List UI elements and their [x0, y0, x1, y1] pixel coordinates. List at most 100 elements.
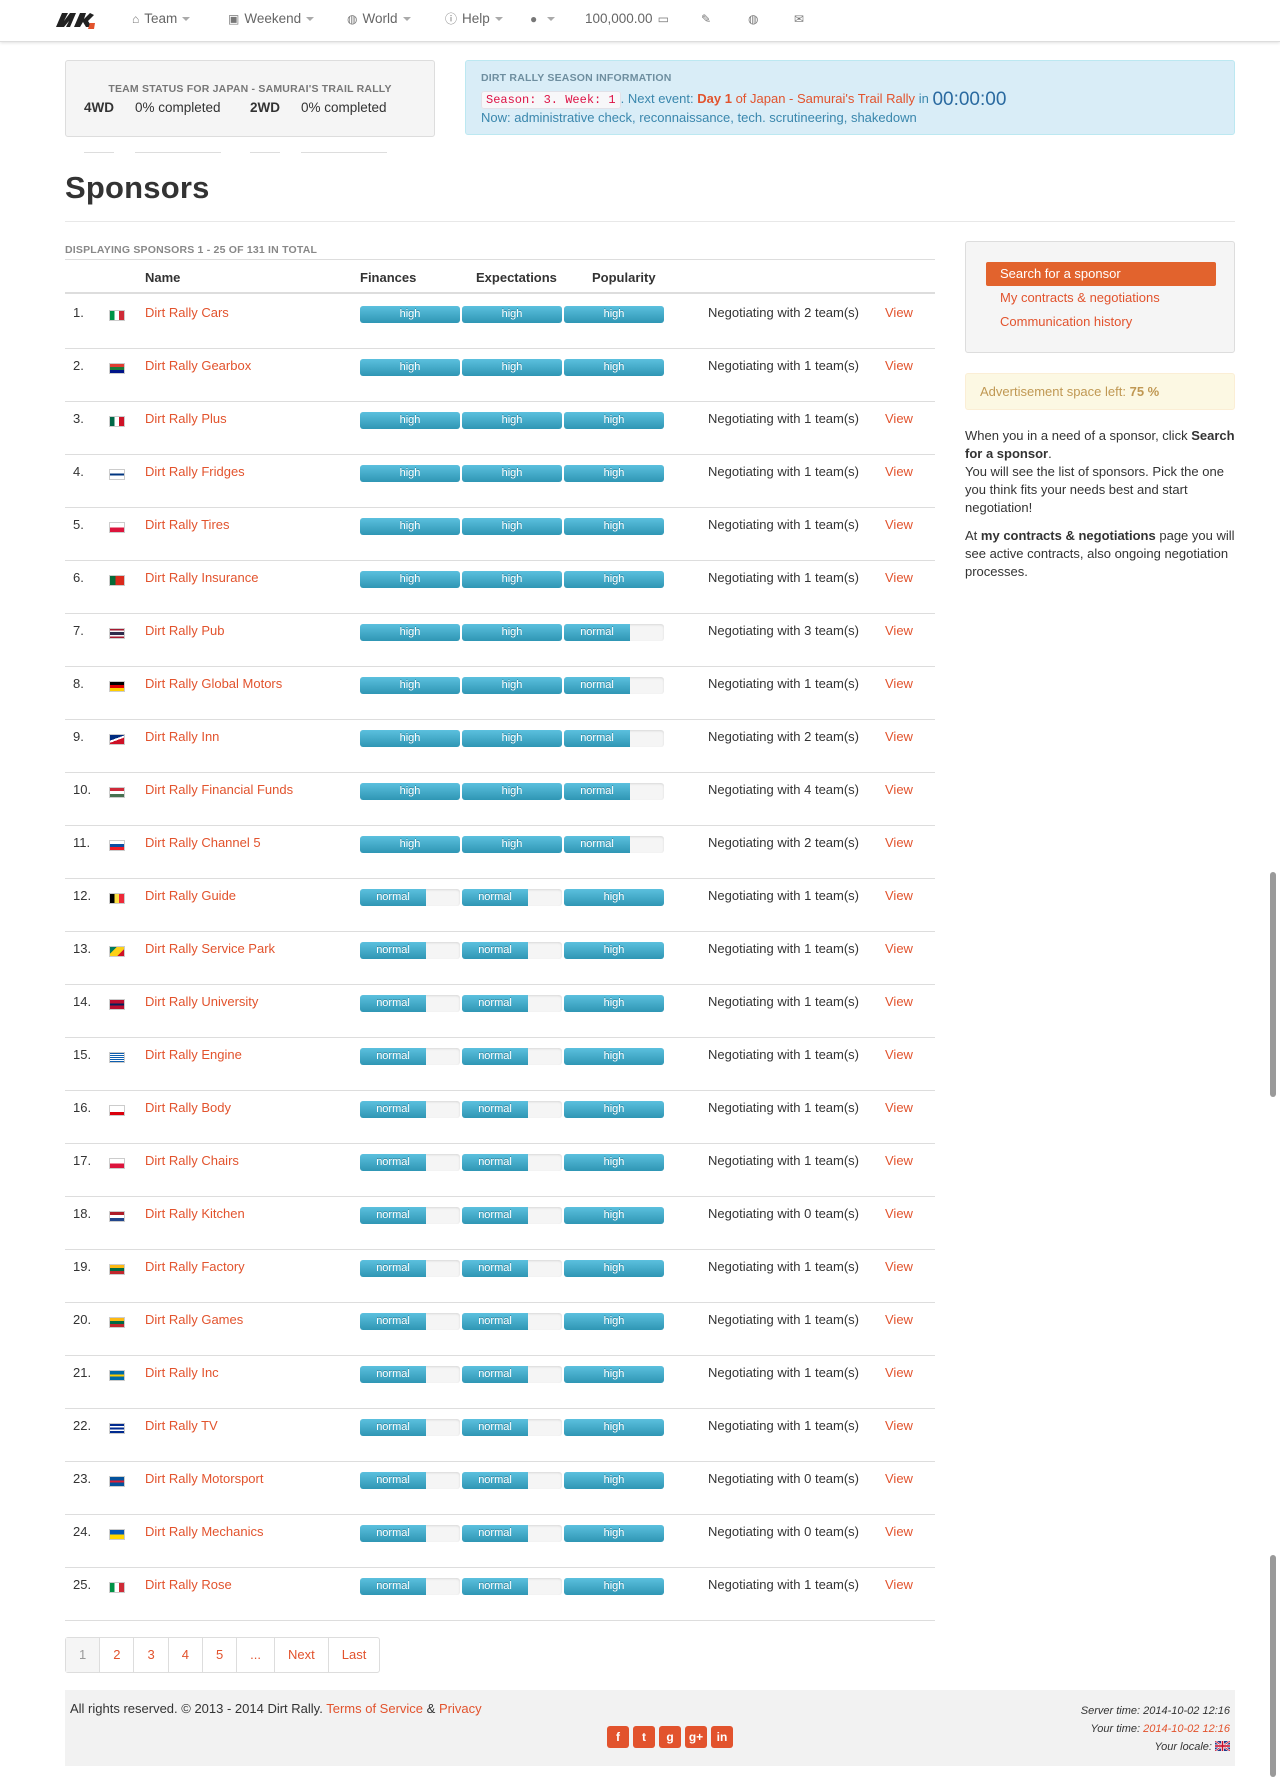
sponsor-name-link[interactable]: Dirt Rally Factory: [145, 1259, 245, 1274]
google-plus-icon[interactable]: g+: [685, 1726, 707, 1748]
popularity-bar: high: [564, 889, 664, 906]
view-link[interactable]: View: [885, 517, 913, 532]
sponsor-name-link[interactable]: Dirt Rally Motorsport: [145, 1471, 263, 1486]
page-link-3[interactable]: 3: [134, 1638, 169, 1672]
view-link[interactable]: View: [885, 1047, 913, 1062]
view-link[interactable]: View: [885, 1153, 913, 1168]
nav-item-weekend[interactable]: ▣ Weekend: [228, 0, 315, 40]
view-link[interactable]: View: [885, 1206, 913, 1221]
view-link[interactable]: View: [885, 1577, 913, 1592]
view-link[interactable]: View: [885, 623, 913, 638]
privacy-link[interactable]: Privacy: [439, 1701, 482, 1716]
sponsor-name-link[interactable]: Dirt Rally Chairs: [145, 1153, 239, 1168]
page-link-1[interactable]: 1: [66, 1638, 101, 1672]
level-label: normal: [462, 1154, 528, 1171]
finances-bar: normal: [360, 1101, 460, 1118]
nav-item-globe[interactable]: ◍: [748, 0, 763, 40]
sponsor-name-link[interactable]: Dirt Rally Kitchen: [145, 1206, 245, 1221]
view-link[interactable]: View: [885, 1365, 913, 1380]
sponsor-name-link[interactable]: Dirt Rally Gearbox: [145, 358, 251, 373]
nav-item-envelope[interactable]: ✉: [794, 0, 809, 40]
uk-flag-icon[interactable]: [1214, 1740, 1231, 1752]
sponsor-name-link[interactable]: Dirt Rally Insurance: [145, 570, 258, 585]
page-link-2[interactable]: 2: [100, 1638, 135, 1672]
terms-link[interactable]: Terms of Service: [326, 1701, 423, 1716]
view-link[interactable]: View: [885, 1100, 913, 1115]
view-link[interactable]: View: [885, 1312, 913, 1327]
expectations-bar: normal: [462, 1578, 562, 1595]
level-label: normal: [360, 1207, 426, 1224]
sponsor-name-link[interactable]: Dirt Rally Tires: [145, 517, 230, 532]
finances-bar: normal: [360, 889, 460, 906]
dirt-rally-logo[interactable]: [54, 9, 96, 31]
view-link[interactable]: View: [885, 1418, 913, 1433]
sponsor-name-link[interactable]: Dirt Rally Mechanics: [145, 1524, 263, 1539]
sponsor-name-link[interactable]: Dirt Rally Games: [145, 1312, 243, 1327]
level-label: normal: [462, 1525, 528, 1542]
view-link[interactable]: View: [885, 729, 913, 744]
view-link[interactable]: View: [885, 888, 913, 903]
view-link[interactable]: View: [885, 1524, 913, 1539]
view-link[interactable]: View: [885, 411, 913, 426]
team-status-heading: TEAM STATUS FOR JAPAN - SAMURAI'S TRAIL …: [108, 83, 392, 95]
view-link[interactable]: View: [885, 676, 913, 691]
my-contracts-link[interactable]: My contracts & negotiations: [986, 286, 1216, 310]
sponsor-name-link[interactable]: Dirt Rally Inc: [145, 1365, 219, 1380]
linkedin-icon[interactable]: in: [711, 1726, 733, 1748]
sponsor-name-link[interactable]: Dirt Rally University: [145, 994, 258, 1009]
nav-item-100-000-00[interactable]: 100,000.00 ▭: [585, 0, 674, 40]
sponsor-name-link[interactable]: Dirt Rally Pub: [145, 623, 224, 638]
scrollbar-thumb[interactable]: [1270, 1555, 1276, 1777]
view-link[interactable]: View: [885, 1471, 913, 1486]
view-link[interactable]: View: [885, 305, 913, 320]
view-link[interactable]: View: [885, 358, 913, 373]
sponsor-name-link[interactable]: Dirt Rally Financial Funds: [145, 782, 293, 797]
nav-item-world[interactable]: ◍ World: [347, 0, 411, 40]
view-link[interactable]: View: [885, 941, 913, 956]
negotiation-status: Negotiating with 1 team(s): [708, 1047, 860, 1062]
nav-item-user[interactable]: ●: [530, 0, 556, 40]
page-link-last[interactable]: Last: [329, 1638, 380, 1672]
view-link[interactable]: View: [885, 835, 913, 850]
sponsor-name-link[interactable]: Dirt Rally TV: [145, 1418, 218, 1433]
sponsor-name-link[interactable]: Dirt Rally Rose: [145, 1577, 232, 1592]
expectations-bar: high: [462, 571, 562, 588]
finances-bar: high: [360, 571, 460, 588]
table-row: 25. Dirt Rally Rose normal normal high Negoti…: [65, 1568, 935, 1621]
sponsor-name-link[interactable]: Dirt Rally Plus: [145, 411, 227, 426]
level-label: normal: [462, 1048, 528, 1065]
communication-history-link[interactable]: Communication history: [986, 310, 1216, 334]
page-link-4[interactable]: 4: [169, 1638, 203, 1672]
nav-item-edit[interactable]: ✎: [701, 0, 716, 40]
scrollbar-thumb[interactable]: [1270, 872, 1276, 1097]
sponsor-name-link[interactable]: Dirt Rally Guide: [145, 888, 236, 903]
page-link-next[interactable]: Next: [275, 1638, 329, 1672]
search-sponsor-link[interactable]: Search for a sponsor: [986, 262, 1216, 286]
sponsor-name-link[interactable]: Dirt Rally Channel 5: [145, 835, 261, 850]
github-icon[interactable]: g: [659, 1726, 681, 1748]
finances-bar: normal: [360, 1207, 460, 1224]
view-link[interactable]: View: [885, 1259, 913, 1274]
row-number: 24.: [73, 1524, 92, 1539]
view-link[interactable]: View: [885, 464, 913, 479]
level-label: high: [564, 359, 664, 376]
twitter-icon[interactable]: t: [633, 1726, 655, 1748]
nav-item-label: World: [362, 11, 398, 26]
sponsor-name-link[interactable]: Dirt Rally Body: [145, 1100, 231, 1115]
page-link-5[interactable]: 5: [203, 1638, 238, 1672]
facebook-icon[interactable]: f: [607, 1726, 629, 1748]
sponsor-name-link[interactable]: Dirt Rally Global Motors: [145, 676, 282, 691]
sponsor-name-link[interactable]: Dirt Rally Inn: [145, 729, 219, 744]
popularity-bar: high: [564, 465, 664, 482]
view-link[interactable]: View: [885, 994, 913, 1009]
expectations-bar: normal: [462, 889, 562, 906]
view-link[interactable]: View: [885, 782, 913, 797]
finances-bar: high: [360, 412, 460, 429]
sponsor-name-link[interactable]: Dirt Rally Fridges: [145, 464, 245, 479]
view-link[interactable]: View: [885, 570, 913, 585]
nav-item-help[interactable]: ⓘ Help: [445, 0, 503, 40]
sponsor-name-link[interactable]: Dirt Rally Engine: [145, 1047, 242, 1062]
nav-item-team[interactable]: ⌂ Team: [132, 0, 191, 40]
sponsor-name-link[interactable]: Dirt Rally Service Park: [145, 941, 275, 956]
sponsor-name-link[interactable]: Dirt Rally Cars: [145, 305, 229, 320]
